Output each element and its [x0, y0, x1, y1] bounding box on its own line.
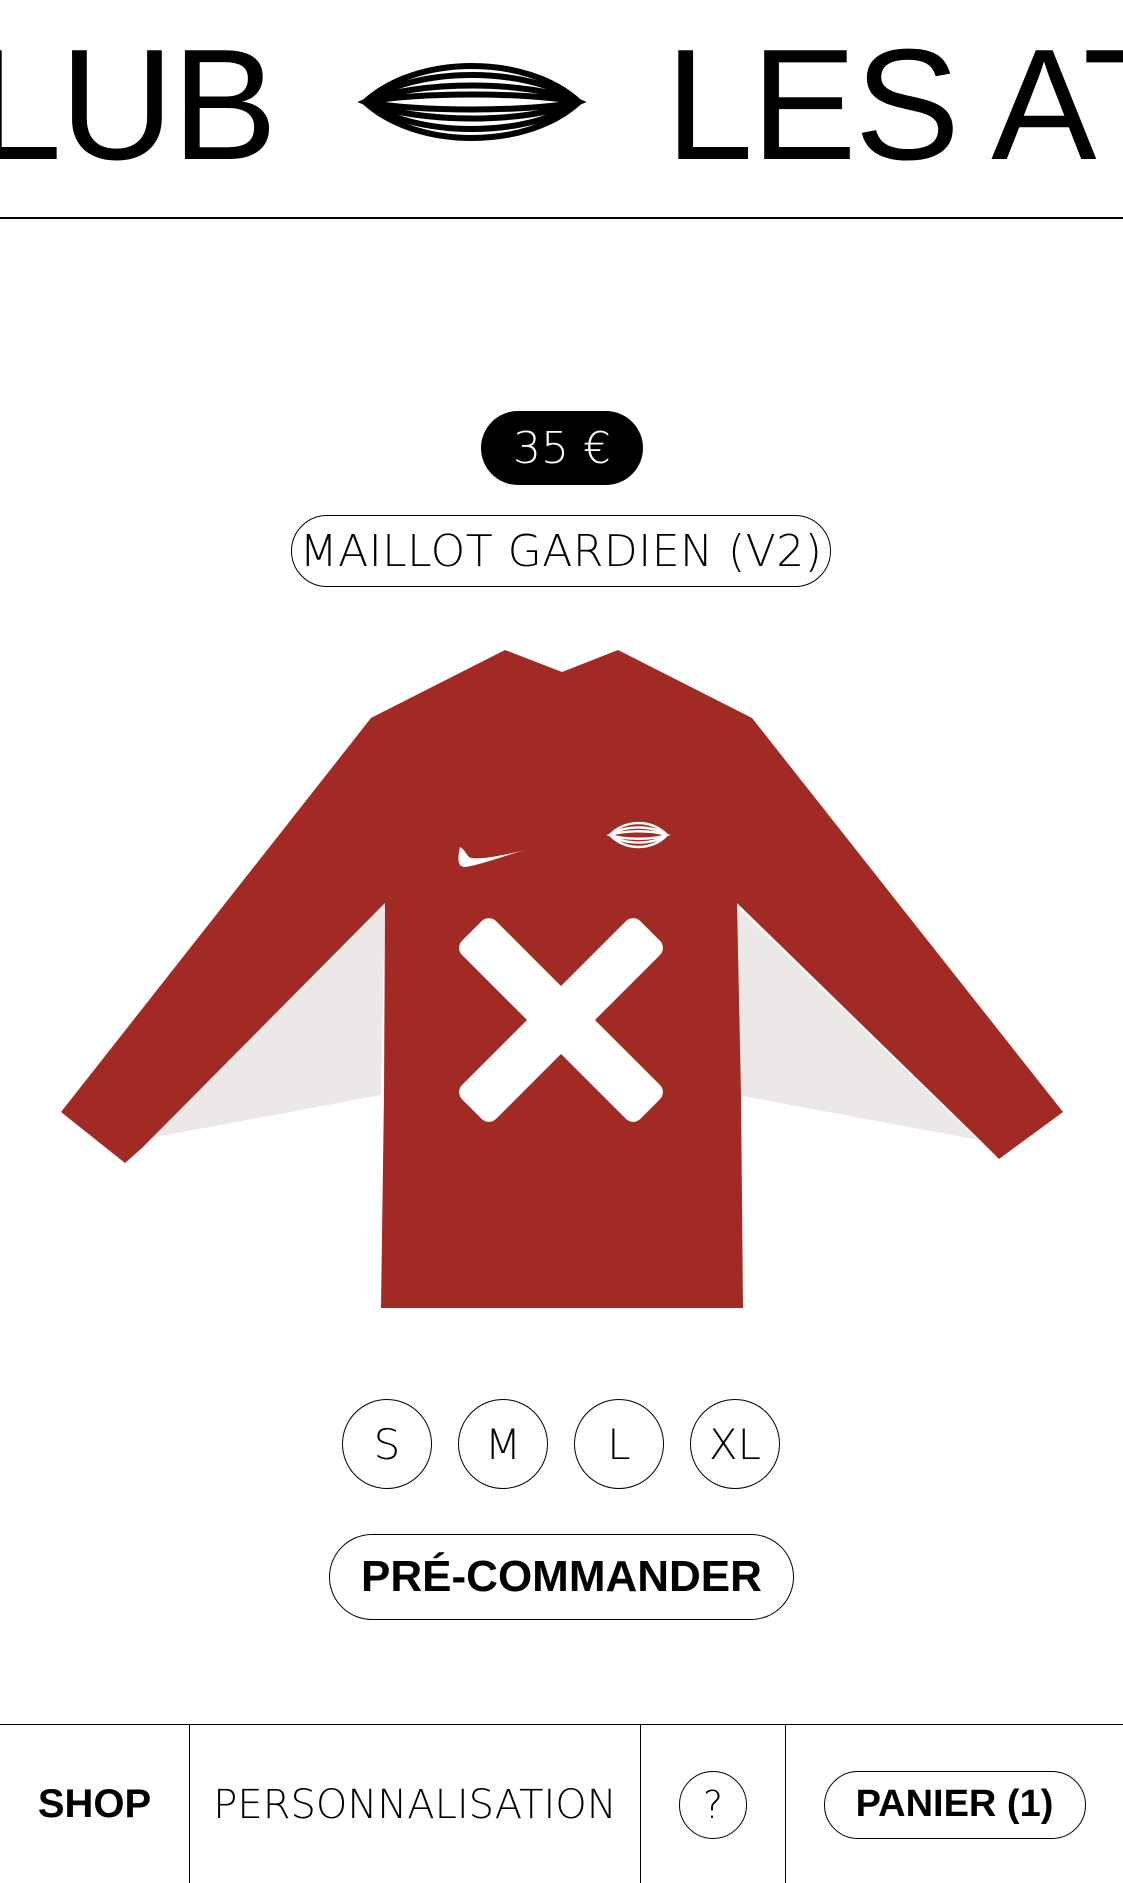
goalkeeper-jersey-icon: [55, 645, 1068, 1315]
cart-button[interactable]: PANIER (1): [823, 1770, 1086, 1839]
marquee-track: LUB LES ATE: [0, 17, 1123, 193]
marquee-text-club: LUB: [0, 17, 277, 193]
size-option-l[interactable]: L: [574, 1399, 664, 1489]
bottom-nav: SHOP PERSONNALISATION ? PANIER (1): [0, 1724, 1123, 1883]
pre-order-button[interactable]: PRÉ-COMMANDER: [329, 1534, 794, 1620]
size-option-xl[interactable]: XL: [690, 1399, 780, 1489]
nav-shop[interactable]: SHOP: [0, 1725, 190, 1883]
size-selector: S M L XL: [342, 1399, 780, 1491]
header-marquee: LUB LES ATE: [0, 0, 1123, 219]
marquee-text-les-ateliers: LES ATE: [665, 17, 1123, 193]
club-logo-icon[interactable]: [357, 46, 588, 164]
nav-help[interactable]: ?: [641, 1725, 786, 1883]
product-name: MAILLOT GARDIEN (V2): [291, 515, 831, 587]
size-option-s[interactable]: S: [342, 1399, 432, 1489]
price-badge: 35 €: [481, 411, 643, 485]
product-page: LUB LES ATE 35 € MAILLOT GARDIEN (V2): [0, 0, 1123, 1883]
nav-cart[interactable]: PANIER (1): [786, 1725, 1123, 1883]
size-option-m[interactable]: M: [458, 1399, 548, 1489]
nav-personalisation[interactable]: PERSONNALISATION: [190, 1725, 641, 1883]
help-icon[interactable]: ?: [679, 1770, 747, 1839]
